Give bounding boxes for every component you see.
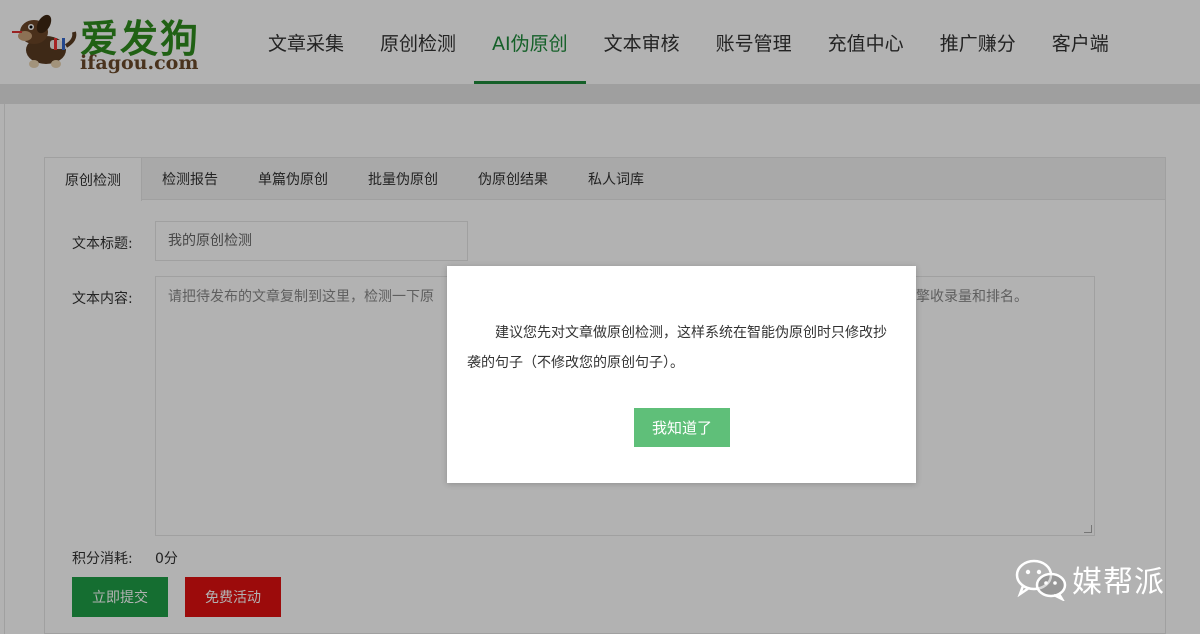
watermark-text: 媒帮派 xyxy=(1072,565,1165,600)
modal-message: 建议您先对文章做原创检测，这样系统在智能伪原创时只修改抄袭的句子（不修改您的原创… xyxy=(467,325,887,371)
watermark: 媒帮派 xyxy=(1014,556,1184,602)
modal-confirm-button[interactable]: 我知道了 xyxy=(634,408,730,447)
wechat-icon xyxy=(1015,559,1067,601)
notice-modal: 建议您先对文章做原创检测，这样系统在智能伪原创时只修改抄袭的句子（不修改您的原创… xyxy=(447,266,916,483)
